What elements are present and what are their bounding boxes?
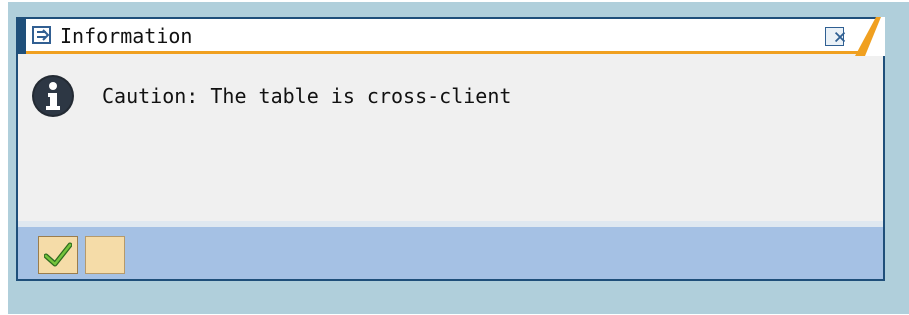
window-icon: [32, 26, 51, 44]
close-icon: [834, 31, 846, 43]
dialog-footer: [18, 227, 883, 279]
information-dialog: Information Caution: The table is cross-…: [16, 17, 885, 281]
title-corner-stripe: [855, 17, 885, 56]
dialog-content: Caution: The table is cross-client: [18, 54, 883, 221]
dialog-title: Information: [60, 24, 193, 48]
confirm-button[interactable]: [38, 236, 78, 274]
close-button[interactable]: [825, 27, 846, 46]
empty-button[interactable]: [85, 236, 125, 274]
info-icon: [32, 75, 74, 117]
title-accent-bar: [18, 19, 26, 54]
message-text: Caution: The table is cross-client: [102, 84, 512, 108]
checkmark-icon: [44, 242, 72, 267]
dialog-titlebar[interactable]: Information: [18, 17, 885, 56]
